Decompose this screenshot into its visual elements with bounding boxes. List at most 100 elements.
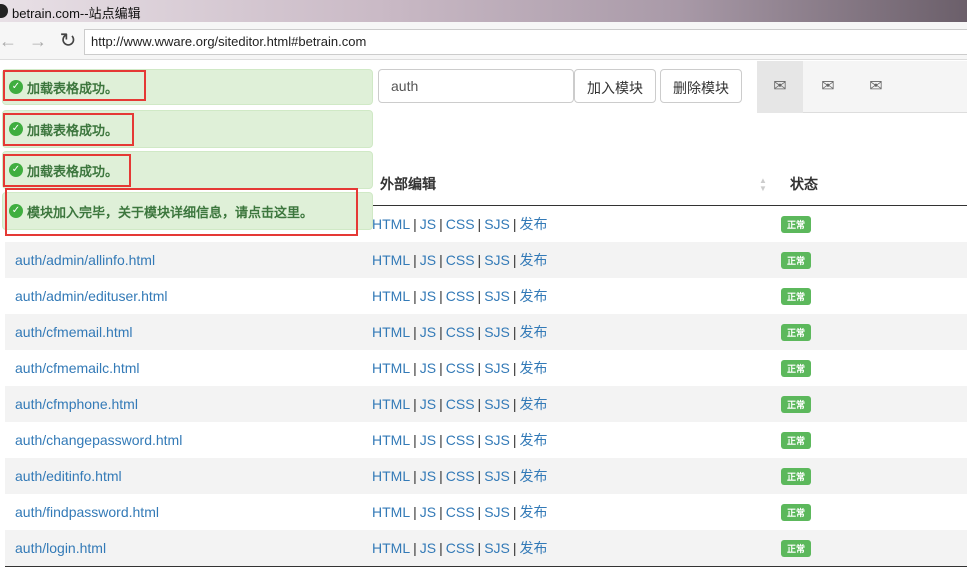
edit-link-0[interactable]: HTML	[372, 540, 410, 556]
module-search-input[interactable]	[378, 69, 574, 103]
link-separator: |	[512, 504, 517, 520]
edit-link-3[interactable]: SJS	[484, 252, 510, 268]
link-separator: |	[512, 360, 517, 376]
link-separator: |	[512, 288, 517, 304]
module-path-link[interactable]: auth/cfmemail.html	[5, 314, 367, 350]
favicon-icon	[0, 4, 8, 18]
status-cell: 正常	[779, 530, 967, 566]
link-separator: |	[439, 432, 443, 448]
module-path-link[interactable]: auth/admin/edituser.html	[5, 278, 367, 314]
module-added-toast[interactable]: ✓ 模块加入完毕，关于模块详细信息，请点击这里。	[2, 192, 373, 230]
edit-link-4[interactable]: 发布	[520, 324, 548, 340]
link-separator: |	[439, 396, 443, 412]
edit-link-0[interactable]: HTML	[372, 432, 410, 448]
edit-link-0[interactable]: HTML	[372, 216, 410, 232]
module-path-link[interactable]: auth/cfmemailc.html	[5, 350, 367, 386]
link-separator: |	[477, 396, 482, 412]
edit-link-4[interactable]: 发布	[520, 252, 548, 268]
edit-link-1[interactable]: JS	[420, 216, 436, 232]
module-path-link[interactable]: auth/findpassword.html	[5, 494, 367, 530]
module-path-link[interactable]: auth/editinfo.html	[5, 458, 367, 494]
edit-link-4[interactable]: 发布	[520, 540, 548, 556]
edit-link-2[interactable]: CSS	[446, 288, 475, 304]
edit-link-1[interactable]: JS	[420, 288, 436, 304]
external-edit-links: HTML | JS | CSS | SJS | 发布	[367, 242, 779, 278]
module-path-link[interactable]: auth/changepassword.html	[5, 422, 367, 458]
edit-link-1[interactable]: JS	[420, 252, 436, 268]
status-cell: 正常	[779, 494, 967, 530]
table-row: auth/cfmemail.html HTML | JS | CSS | SJS | 发布 正常	[5, 314, 967, 350]
check-circle-icon: ✓	[9, 122, 23, 136]
success-toast[interactable]: ✓ 加载表格成功。	[2, 69, 373, 105]
edit-link-1[interactable]: JS	[420, 432, 436, 448]
forward-arrow-icon[interactable]: →	[28, 31, 48, 51]
link-separator: |	[439, 360, 443, 376]
tab-envelope-1[interactable]: ✉	[757, 61, 803, 113]
edit-link-1[interactable]: JS	[420, 540, 436, 556]
link-separator: |	[512, 468, 517, 484]
success-toast[interactable]: ✓ 加载表格成功。	[2, 151, 373, 189]
edit-link-3[interactable]: SJS	[484, 216, 510, 232]
edit-link-2[interactable]: CSS	[446, 468, 475, 484]
delete-module-button[interactable]: 删除模块	[660, 69, 742, 103]
edit-link-0[interactable]: HTML	[372, 360, 410, 376]
column-header-status[interactable]: 状态	[790, 166, 818, 206]
external-edit-links: HTML | JS | CSS | SJS | 发布	[367, 494, 779, 530]
edit-link-3[interactable]: SJS	[484, 396, 510, 412]
edit-link-2[interactable]: CSS	[446, 360, 475, 376]
edit-link-3[interactable]: SJS	[484, 432, 510, 448]
back-arrow-icon[interactable]: ←	[0, 31, 18, 51]
edit-link-3[interactable]: SJS	[484, 504, 510, 520]
edit-link-1[interactable]: JS	[420, 504, 436, 520]
edit-link-2[interactable]: CSS	[446, 252, 475, 268]
tab-bar: ✉ ✉ ✉	[757, 61, 967, 113]
tab-envelope-3[interactable]: ✉	[853, 61, 899, 113]
edit-link-2[interactable]: CSS	[446, 432, 475, 448]
edit-link-0[interactable]: HTML	[372, 288, 410, 304]
edit-link-2[interactable]: CSS	[446, 216, 475, 232]
tab-envelope-2[interactable]: ✉	[805, 61, 851, 113]
edit-link-1[interactable]: JS	[420, 468, 436, 484]
edit-link-1[interactable]: JS	[420, 396, 436, 412]
edit-link-3[interactable]: SJS	[484, 468, 510, 484]
sort-icon[interactable]: ▲ ▼	[758, 177, 768, 193]
edit-link-0[interactable]: HTML	[372, 396, 410, 412]
edit-link-2[interactable]: CSS	[446, 324, 475, 340]
edit-link-3[interactable]: SJS	[484, 288, 510, 304]
edit-link-1[interactable]: JS	[420, 360, 436, 376]
edit-link-4[interactable]: 发布	[520, 288, 548, 304]
edit-link-2[interactable]: CSS	[446, 504, 475, 520]
edit-link-2[interactable]: CSS	[446, 540, 475, 556]
edit-link-1[interactable]: JS	[420, 324, 436, 340]
edit-link-0[interactable]: HTML	[372, 252, 410, 268]
module-path-link[interactable]: auth/admin/allinfo.html	[5, 242, 367, 278]
edit-link-0[interactable]: HTML	[372, 324, 410, 340]
url-input[interactable]: http://www.wware.org/siteditor.html#betr…	[84, 29, 967, 55]
edit-link-2[interactable]: CSS	[446, 396, 475, 412]
column-header-external-edit[interactable]: 外部编辑	[380, 166, 436, 206]
link-separator: |	[413, 252, 417, 268]
edit-link-4[interactable]: 发布	[520, 504, 548, 520]
edit-link-3[interactable]: SJS	[484, 540, 510, 556]
link-separator: |	[477, 432, 482, 448]
edit-link-4[interactable]: 发布	[520, 216, 548, 232]
edit-link-4[interactable]: 发布	[520, 432, 548, 448]
link-separator: |	[477, 324, 482, 340]
status-badge: 正常	[781, 396, 812, 413]
success-toast[interactable]: ✓ 加载表格成功。	[2, 110, 373, 148]
edit-link-0[interactable]: HTML	[372, 504, 410, 520]
edit-link-3[interactable]: SJS	[484, 324, 510, 340]
edit-link-4[interactable]: 发布	[520, 360, 548, 376]
add-module-button[interactable]: 加入模块	[574, 69, 656, 103]
edit-link-3[interactable]: SJS	[484, 360, 510, 376]
edit-link-0[interactable]: HTML	[372, 468, 410, 484]
window-titlebar: betrain.com--站点编辑	[0, 0, 967, 22]
check-circle-icon: ✓	[9, 80, 23, 94]
edit-link-4[interactable]: 发布	[520, 468, 548, 484]
module-path-link[interactable]: auth/login.html	[5, 530, 367, 566]
edit-link-4[interactable]: 发布	[520, 396, 548, 412]
reload-icon[interactable]: ↻	[58, 31, 78, 51]
table-row: auth/admin/edituser.html HTML | JS | CSS | SJS |…	[5, 278, 967, 314]
module-path-link[interactable]: auth/cfmphone.html	[5, 386, 367, 422]
link-separator: |	[477, 216, 482, 232]
